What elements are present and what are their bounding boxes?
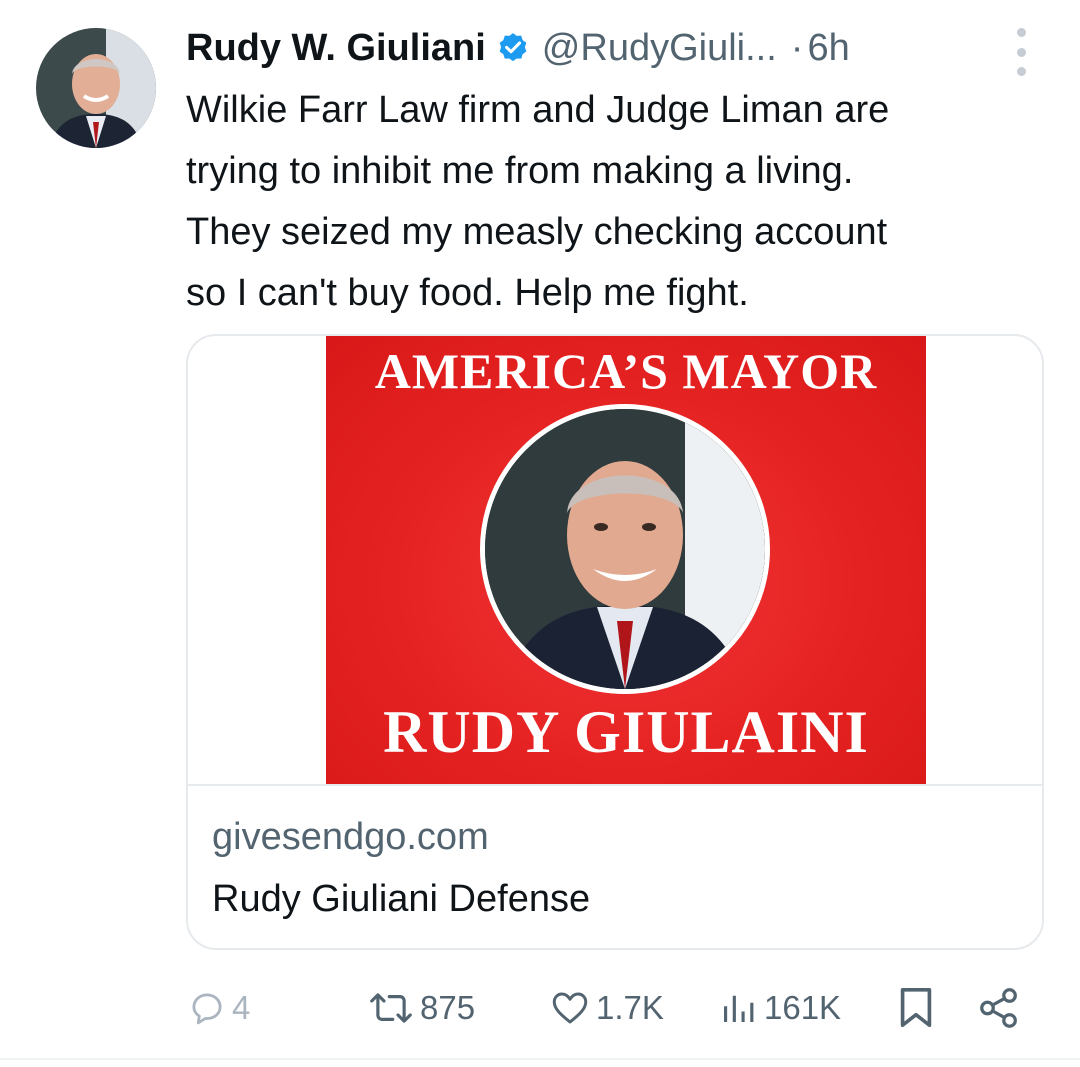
avatar-photo (36, 28, 156, 148)
link-card[interactable]: AMERICA’S MAYOR RUDY GIULAINI givesendgo… (186, 334, 1044, 950)
tweet-actions: 4 875 1.7K 161K (186, 980, 1046, 1036)
header-separator: · (790, 27, 804, 69)
card-meta[interactable]: givesendgo.com Rudy Giuliani Defense (188, 784, 1042, 948)
card-domain: givesendgo.com (212, 816, 489, 858)
heart-icon (552, 992, 588, 1024)
card-image-portrait (480, 404, 770, 694)
card-image-top-text: AMERICA’S MAYOR (374, 343, 878, 399)
like-button[interactable]: 1.7K (548, 980, 664, 1036)
share-button[interactable] (976, 980, 1022, 1036)
verified-badge-icon[interactable] (496, 31, 530, 65)
tweet-text: Wilkie Farr Law firm and Judge Liman are… (186, 89, 890, 314)
repost-button[interactable]: 875 (366, 980, 475, 1036)
repost-count: 875 (420, 989, 476, 1026)
more-vertical-icon[interactable] (1006, 28, 1036, 76)
reply-button[interactable]: 4 (186, 980, 250, 1036)
bookmark-icon (900, 987, 932, 1028)
like-count: 1.7K (596, 989, 664, 1026)
views-count: 161K (764, 989, 842, 1026)
author-handle[interactable]: @RudyGiuli... (542, 22, 777, 74)
tweet-timestamp[interactable]: 6h (807, 22, 849, 74)
retweet-icon (370, 993, 412, 1023)
tweet-divider (0, 1058, 1080, 1060)
bookmark-button[interactable] (896, 980, 936, 1036)
reply-count: 4 (232, 989, 251, 1026)
share-icon (980, 988, 1017, 1028)
card-image[interactable]: AMERICA’S MAYOR RUDY GIULAINI (326, 336, 926, 784)
card-title: Rudy Giuliani Defense (212, 878, 591, 920)
author-avatar[interactable] (36, 28, 156, 148)
card-image-bottom-text: RUDY GIULAINI (383, 699, 869, 765)
views-chart-icon (724, 995, 754, 1022)
author-display-name[interactable]: Rudy W. Giuliani (186, 22, 486, 74)
reply-icon (192, 993, 222, 1025)
tweet-header: Rudy W. Giuliani @RudyGiuli... · 6h (186, 22, 1010, 74)
views-button[interactable]: 161K (716, 980, 841, 1036)
